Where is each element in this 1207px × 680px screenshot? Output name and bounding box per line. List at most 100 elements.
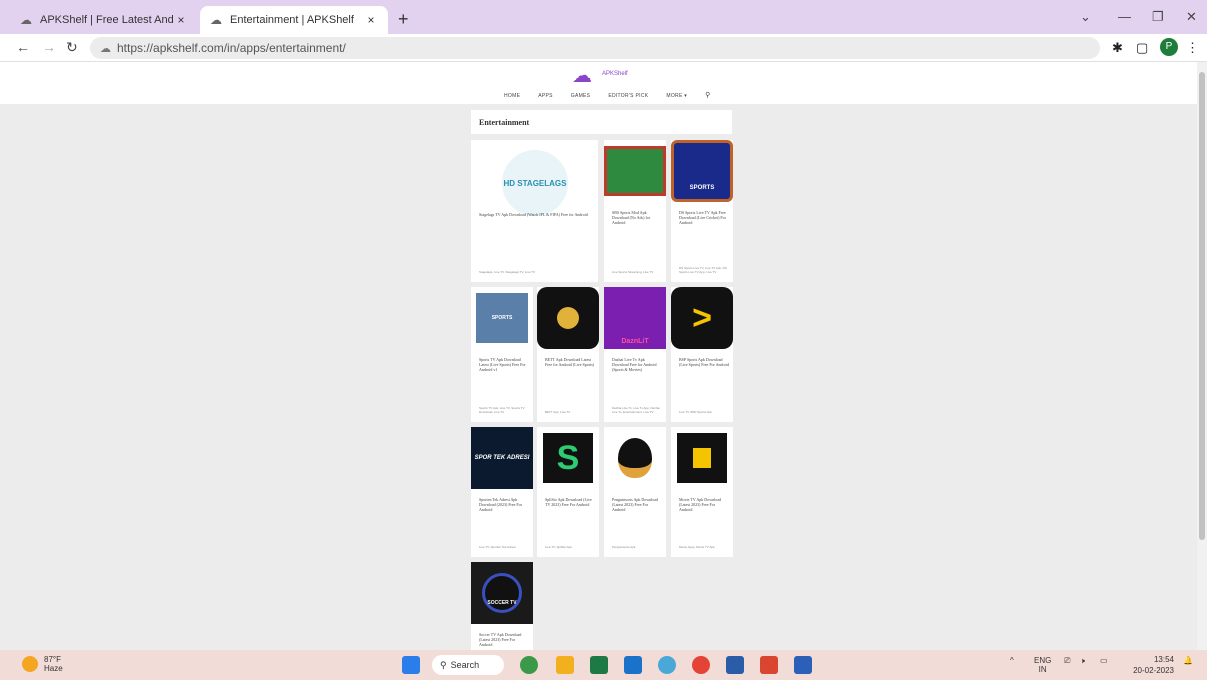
nav-more[interactable]: MORE ▾ — [666, 93, 687, 99]
app-icon[interactable] — [726, 656, 744, 674]
app-title[interactable]: Sporten Tek Adresi Apk Download (2023) F… — [479, 497, 529, 512]
back-button[interactable]: ← — [16, 39, 30, 55]
profile-avatar[interactable]: P — [1160, 38, 1178, 56]
nav-home[interactable]: HOME — [504, 93, 520, 99]
app-card[interactable]: SPORTS DS Sports Live TV Apk Free Downlo… — [671, 140, 733, 282]
site-logo[interactable]: ☁ APKShelf — [572, 66, 632, 88]
close-tab-icon[interactable]: × — [174, 13, 188, 27]
extensions-icon[interactable]: ✱ — [1112, 40, 1123, 56]
app-title[interactable]: Sports TV Apk Download Latest (Live Spor… — [479, 357, 529, 372]
app-title[interactable]: BETT Apk Download Latest Free for Androi… — [545, 357, 595, 367]
system-clock[interactable]: 13:54 20-02-2023 — [1126, 654, 1174, 676]
outlook-icon[interactable] — [624, 656, 642, 674]
new-tab-button[interactable]: + — [398, 9, 409, 30]
app-title[interactable]: Movie TV Apk Download (Latest 2023) Free… — [679, 497, 729, 512]
url-bar[interactable]: ☁ https://apkshelf.com/in/apps/entertain… — [90, 37, 1100, 59]
nav-games[interactable]: GAMES — [571, 93, 591, 99]
app-card[interactable]: SPOR TEK ADRESI Sporten Tek Adresi Apk D… — [471, 427, 533, 557]
page-viewport: ☁ APKShelf HOME APPS GAMES EDITOR'S PICK… — [0, 62, 1197, 650]
battery-icon[interactable]: ▭ — [1100, 656, 1108, 665]
app-thumbnail[interactable]: S — [543, 433, 593, 483]
tab-title: APKShelf | Free Latest Android A — [40, 14, 174, 26]
play-arrow-icon: > — [692, 298, 712, 337]
forward-button[interactable]: → — [42, 39, 56, 55]
app-title[interactable]: Penguinsorts Apk Download (Latest 2023) … — [612, 497, 662, 512]
windows-taskbar: 87°F Haze ⚲ Search ^ ENG IN ⎚ 🕨 ▭ 13:54 … — [0, 650, 1207, 680]
tab-search-icon[interactable]: ⌄ — [1080, 9, 1091, 25]
windows-start-icon[interactable] — [402, 656, 420, 674]
app-card[interactable]: SPORTS Sports TV Apk Download Latest (Li… — [471, 287, 533, 422]
nav-editors-pick[interactable]: EDITOR'S PICK — [608, 93, 648, 99]
taskbar-search[interactable]: ⚲ Search — [432, 655, 504, 675]
wps-icon[interactable] — [760, 656, 778, 674]
app-title[interactable]: DS Sports Live TV Apk Free Download (Liv… — [679, 210, 729, 225]
app-thumbnail[interactable] — [604, 146, 666, 196]
reload-button[interactable]: ↻ — [66, 39, 78, 56]
url-text: https://apkshelf.com/in/apps/entertainme… — [117, 41, 346, 55]
app-card[interactable]: SBS Sports Mod Apk Download (No Ads) for… — [604, 140, 666, 282]
sun-icon — [22, 656, 38, 672]
cloud-icon: ☁ — [210, 13, 222, 27]
soccer-ball-icon — [557, 307, 579, 329]
app-tags: Dazhai Live Tv, Live Tv App, Dazhai Live… — [612, 406, 660, 414]
language-code: ENG — [1034, 656, 1052, 665]
weather-condition: Haze — [44, 664, 63, 673]
app-title[interactable]: BSP Sports Apk Download (Live Sports) Fr… — [679, 357, 729, 367]
site-info-icon[interactable]: ☁ — [100, 42, 111, 55]
search-icon[interactable]: ⚲ — [705, 91, 710, 99]
nav-apps[interactable]: APPS — [538, 93, 553, 99]
notifications-icon[interactable]: 🔔 — [1183, 656, 1193, 665]
tab-entertainment[interactable]: ☁ Entertainment | APKShelf × — [200, 6, 388, 34]
word-icon[interactable] — [794, 656, 812, 674]
minimize-button[interactable]: — — [1118, 9, 1131, 24]
scrollbar-thumb[interactable] — [1199, 72, 1205, 540]
restore-button[interactable]: ❐ — [1152, 9, 1164, 25]
settings-icon[interactable] — [658, 656, 676, 674]
display-icon[interactable]: ⎚ — [1064, 656, 1070, 666]
s-logo-icon: S — [556, 438, 580, 477]
app-title[interactable]: Stagelags TV Apk Download (Watch IPL & F… — [479, 212, 591, 217]
movie-logo-icon — [693, 448, 711, 468]
app-card[interactable]: > BSP Sports Apk Download (Live Sports) … — [671, 287, 733, 422]
app-card[interactable]: SOCCER TV Soccer TV Apk Download (Latest… — [471, 562, 533, 650]
language-indicator[interactable]: ENG IN — [1034, 656, 1051, 674]
show-hidden-icons[interactable]: ^ — [1010, 656, 1014, 665]
app-title[interactable]: SpliSto Apk Download (Live TV 2023) Free… — [545, 497, 595, 507]
tab-apkshelf-home[interactable]: ☁ APKShelf | Free Latest Android A × — [10, 6, 198, 34]
app-thumbnail[interactable]: > — [671, 287, 733, 349]
close-window-button[interactable]: ✕ — [1186, 9, 1197, 25]
app-thumbnail[interactable]: SOCCER TV — [471, 562, 533, 624]
app-title[interactable]: SBS Sports Mod Apk Download (No Ads) for… — [612, 210, 662, 225]
app-card[interactable]: Movie TV Apk Download (Latest 2023) Free… — [671, 427, 733, 557]
app-tags: Movie Apps, Movie TV Apk — [679, 545, 715, 549]
app-thumbnail[interactable]: SPORTS — [476, 293, 528, 343]
page-scrollbar[interactable] — [1197, 62, 1207, 650]
app-card[interactable]: BETT Apk Download Latest Free for Androi… — [537, 287, 599, 422]
close-tab-icon[interactable]: × — [364, 13, 378, 27]
app-thumbnail[interactable]: DaznLiT — [604, 287, 666, 349]
app-card[interactable]: S SpliSto Apk Download (Live TV 2023) Fr… — [537, 427, 599, 557]
app-card[interactable]: HD STAGELAGS Stagelags TV Apk Download (… — [471, 140, 598, 282]
weather-widget[interactable]: 87°F Haze — [22, 655, 63, 673]
site-header: ☁ APKShelf HOME APPS GAMES EDITOR'S PICK… — [0, 62, 1197, 104]
section-title: Entertainment — [471, 110, 732, 134]
app-thumbnail[interactable] — [604, 427, 666, 489]
app-thumbnail[interactable] — [537, 287, 599, 349]
chrome-icon[interactable] — [692, 656, 710, 674]
file-explorer-icon[interactable] — [556, 656, 574, 674]
app-tags: Stagelags, Live TV, Stagelags TV, Live T… — [479, 270, 535, 274]
app-card[interactable]: Penguinsorts Apk Download (Latest 2023) … — [604, 427, 666, 557]
app-tags: Live TV, SpliSto Apk — [545, 545, 572, 549]
menu-icon[interactable]: ⋮ — [1186, 40, 1199, 56]
speaker-muted-icon[interactable]: 🕨 — [1080, 656, 1085, 666]
app-thumbnail[interactable]: SPORTS — [671, 140, 733, 202]
widgets-icon[interactable] — [520, 656, 538, 674]
app-thumbnail[interactable]: HD STAGELAGS — [502, 150, 568, 216]
side-panel-icon[interactable]: ▢ — [1136, 40, 1148, 56]
app-title[interactable]: Soccer TV Apk Download (Latest 2023) Fre… — [479, 632, 529, 647]
app-thumbnail[interactable] — [677, 433, 727, 483]
excel-icon[interactable] — [590, 656, 608, 674]
app-card[interactable]: DaznLiT Dazhai Live Tv Apk Download Free… — [604, 287, 666, 422]
app-thumbnail[interactable]: SPOR TEK ADRESI — [471, 427, 533, 489]
app-title[interactable]: Dazhai Live Tv Apk Download Free for And… — [612, 357, 662, 372]
